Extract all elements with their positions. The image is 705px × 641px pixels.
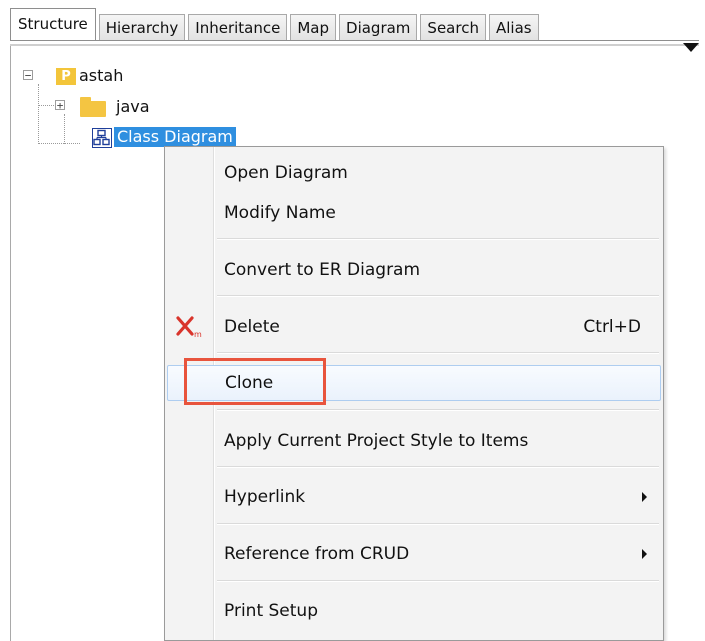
- menu-item-label: Modify Name: [224, 203, 336, 223]
- expand-toggle-icon[interactable]: +: [55, 100, 65, 111]
- context-menu: Open Diagram Modify Name Convert to ER D…: [164, 146, 664, 641]
- tree-node-class-diagram[interactable]: Class Diagram: [114, 127, 236, 147]
- menu-separator: [217, 238, 659, 240]
- menu-item-open-diagram[interactable]: Open Diagram: [167, 157, 661, 189]
- delete-icon: m: [175, 315, 203, 339]
- menu-item-modify-name[interactable]: Modify Name: [167, 197, 661, 229]
- submenu-arrow-icon: [642, 492, 647, 502]
- tree-connector: [38, 105, 56, 106]
- tree-connector: [64, 114, 65, 144]
- submenu-arrow-icon: [642, 549, 647, 559]
- tree-connector: [38, 143, 80, 144]
- collapse-toggle-icon[interactable]: −: [23, 70, 33, 81]
- menu-separator: [217, 352, 659, 354]
- menu-separator: [217, 466, 659, 468]
- tree-node-astah[interactable]: astah: [79, 66, 123, 86]
- menu-item-label: Hyperlink: [224, 487, 306, 507]
- svg-text:m: m: [194, 330, 202, 339]
- menu-item-convert-to-er-diagram[interactable]: Convert to ER Diagram: [167, 254, 661, 286]
- menu-item-label: Convert to ER Diagram: [224, 260, 421, 280]
- menu-item-clone[interactable]: Clone: [167, 365, 661, 401]
- menu-item-label: Clone: [225, 373, 274, 393]
- menu-separator: [217, 295, 659, 297]
- menu-separator: [217, 409, 659, 411]
- menu-separator: [217, 523, 659, 525]
- menu-item-hyperlink[interactable]: Hyperlink: [167, 481, 661, 513]
- menu-item-reference-from-crud[interactable]: Reference from CRUD: [167, 538, 661, 570]
- folder-icon: [80, 97, 106, 117]
- tree-connector: [38, 84, 39, 144]
- menu-item-label: Apply Current Project Style to Items: [224, 431, 529, 451]
- menu-item-delete[interactable]: m Delete Ctrl+D: [167, 311, 661, 343]
- tree-node-java[interactable]: java: [116, 97, 150, 117]
- project-icon: P: [56, 68, 76, 85]
- menu-item-print-setup[interactable]: Print Setup: [167, 595, 661, 627]
- menu-item-label: Delete: [224, 317, 280, 337]
- menu-item-label: Open Diagram: [224, 163, 348, 183]
- menu-item-label: Print Setup: [224, 601, 318, 621]
- menu-separator: [217, 580, 659, 582]
- menu-item-shortcut: Ctrl+D: [583, 317, 641, 337]
- menu-item-label: Reference from CRUD: [224, 544, 410, 564]
- class-diagram-icon: [92, 128, 112, 148]
- menu-item-apply-current-project-style[interactable]: Apply Current Project Style to Items: [167, 425, 661, 457]
- class-diagram-glyph: [93, 129, 110, 146]
